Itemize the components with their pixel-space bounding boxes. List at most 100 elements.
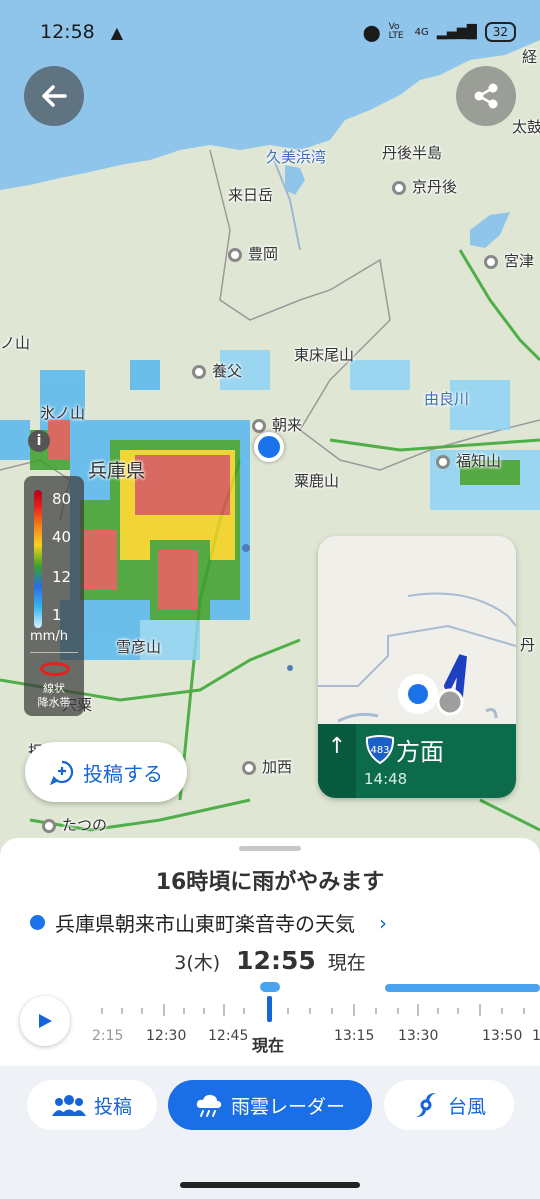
arrow-up-icon: ↑ xyxy=(318,724,356,798)
map-label-kasai[interactable]: 加西 xyxy=(242,756,292,777)
status-bar: 12:58 ▲ ⬤ Vo LTE 4G ▂▄▆█ 32 xyxy=(0,0,540,64)
current-time: 12:55 xyxy=(236,946,316,975)
tab-rain-radar[interactable]: 雨雲レーダー xyxy=(168,1080,372,1130)
timeline-label: 13:50 xyxy=(482,1028,523,1044)
nav-direction: 方面 xyxy=(396,738,444,766)
timeline-label: 13:30 xyxy=(398,1028,439,1044)
map-label-kunehi: 来日岳 xyxy=(228,186,274,204)
timeline-thumb xyxy=(260,982,280,992)
map-label-awaga: 粟鹿山 xyxy=(294,472,340,490)
map-label-hyonosen: 氷ノ山 xyxy=(40,404,86,422)
post-button[interactable]: 投稿する xyxy=(25,742,187,802)
city-marker-icon xyxy=(228,247,242,262)
map-label-higashi-tokoozan: 東床尾山 xyxy=(294,346,355,364)
timeline-label: 2:15 xyxy=(92,1028,124,1044)
map-label-tango: 丹後半島 xyxy=(382,144,443,162)
chevron-right-icon: › xyxy=(379,910,387,935)
tab-typhoon-label: 台風 xyxy=(447,1095,486,1118)
typhoon-icon xyxy=(415,1093,436,1117)
map-label-fukuchiyama[interactable]: 福知山 xyxy=(436,450,501,471)
timeline-label: 12:30 xyxy=(146,1028,187,1044)
tab-post[interactable]: 投稿 xyxy=(27,1080,157,1130)
play-icon xyxy=(39,1014,52,1028)
nav-instruction-bar: ↑ 483 方面 14:48 xyxy=(318,724,516,798)
map-label-setsuhiko: 雪彦山 xyxy=(116,638,162,656)
rain-legend[interactable]: 80 40 12 1 mm/h 線状 降水帯 xyxy=(24,476,84,716)
share-icon xyxy=(474,83,498,109)
legend-tick: 40 xyxy=(52,528,72,546)
map-label-miyazu[interactable]: 宮津 xyxy=(484,250,534,271)
nav-mini-map xyxy=(318,536,516,724)
map-label-yura: 由良川 xyxy=(424,390,470,408)
navigation-arrow-icon: ▲ xyxy=(110,22,124,42)
map-label-kyotango[interactable]: 京丹後 xyxy=(392,176,457,197)
city-marker-icon xyxy=(252,418,266,433)
battery-icon: 32 xyxy=(484,22,516,42)
timeline-now-label: 現在 xyxy=(252,1036,285,1055)
rain-forecast-headline: 16時頃に雨がやみます xyxy=(155,870,385,895)
date-label: 3(木) xyxy=(174,952,221,974)
location-name: 兵庫県朝来市山東町楽音寺の天気 xyxy=(55,912,355,936)
tab-rain-radar-label: 雨雲レーダー xyxy=(230,1095,345,1118)
city-marker-icon xyxy=(242,760,256,775)
nav-time: 14:48 xyxy=(364,770,408,788)
volte-icon: Vo LTE xyxy=(388,22,404,41)
signal-icon: ▂▄▆█ xyxy=(436,24,477,40)
timeline-label: 12:45 xyxy=(208,1028,249,1044)
chat-plus-icon xyxy=(50,760,74,785)
timeline-label: 1 xyxy=(532,1028,540,1044)
timeline-ticks xyxy=(101,1004,525,1016)
location-link[interactable]: 兵庫県朝来市山東町楽音寺の天気 › xyxy=(30,908,387,937)
legend-tick: 80 xyxy=(52,490,72,508)
map-label-tan: 丹 xyxy=(520,636,536,654)
legend-linear-band-label: 降水帯 xyxy=(37,696,71,709)
city-marker-icon xyxy=(192,364,206,379)
map-label-tai: 太鼓 xyxy=(512,118,540,136)
map-label-hyogo: 兵庫県 xyxy=(88,460,146,482)
legend-tick: 12 xyxy=(52,568,72,586)
info-icon[interactable]: i xyxy=(28,430,50,452)
city-marker-icon xyxy=(392,180,406,195)
bottom-navigation: 投稿 雨雲レーダー 台風 xyxy=(0,1066,540,1199)
time-display: 3(木) 12:55 現在 xyxy=(0,946,540,975)
city-marker-icon xyxy=(436,454,450,469)
legend-color-bar xyxy=(34,490,42,628)
map-label-tatsuno[interactable]: たつの xyxy=(42,814,107,835)
rain-cloud-icon xyxy=(196,1094,222,1117)
status-icons: ⬤ Vo LTE 4G ▂▄▆█ 32 xyxy=(363,22,516,42)
legend-divider xyxy=(30,652,78,653)
sheet-drag-handle[interactable] xyxy=(239,846,301,851)
map-label-yabu[interactable]: 養父 xyxy=(192,360,242,381)
share-button[interactable] xyxy=(456,66,516,126)
map-label-toyooka[interactable]: 豊岡 xyxy=(228,243,278,264)
arrow-left-icon xyxy=(42,85,67,107)
timeline-cursor xyxy=(267,996,272,1022)
map-label-asago[interactable]: 朝来 xyxy=(252,414,302,435)
map-label-kumihama: 久美浜湾 xyxy=(266,148,327,166)
city-marker-icon xyxy=(484,254,498,269)
current-location-marker xyxy=(254,432,284,462)
legend-tick: 1 xyxy=(52,606,62,624)
timeline-slider[interactable] xyxy=(84,978,540,1028)
location-icon: ⬤ xyxy=(362,22,381,42)
post-button-label: 投稿する xyxy=(83,761,163,786)
play-button[interactable] xyxy=(20,996,70,1046)
tab-post-label: 投稿 xyxy=(93,1095,132,1118)
now-text: 現在 xyxy=(327,952,366,974)
linear-band-icon xyxy=(40,662,70,676)
network-type: 4G xyxy=(414,26,429,38)
map-label-hyonosen-edge: ノ山 xyxy=(0,334,31,352)
navigation-mini-card[interactable]: ↑ 483 方面 14:48 xyxy=(318,536,516,798)
forecast-range-bar xyxy=(385,984,540,992)
timeline-label: 13:15 xyxy=(334,1028,375,1044)
home-indicator[interactable] xyxy=(180,1182,360,1188)
back-button[interactable] xyxy=(24,66,84,126)
tab-typhoon[interactable]: 台風 xyxy=(384,1080,514,1130)
legend-linear-band-label: 線状 xyxy=(43,682,65,695)
map-label-ke: 経 xyxy=(522,48,538,66)
status-time: 12:58 xyxy=(40,21,95,43)
route-shield-icon: 483 xyxy=(365,735,395,764)
city-marker-icon xyxy=(42,818,56,833)
people-icon xyxy=(51,1095,86,1116)
legend-unit: mm/h xyxy=(30,629,68,644)
